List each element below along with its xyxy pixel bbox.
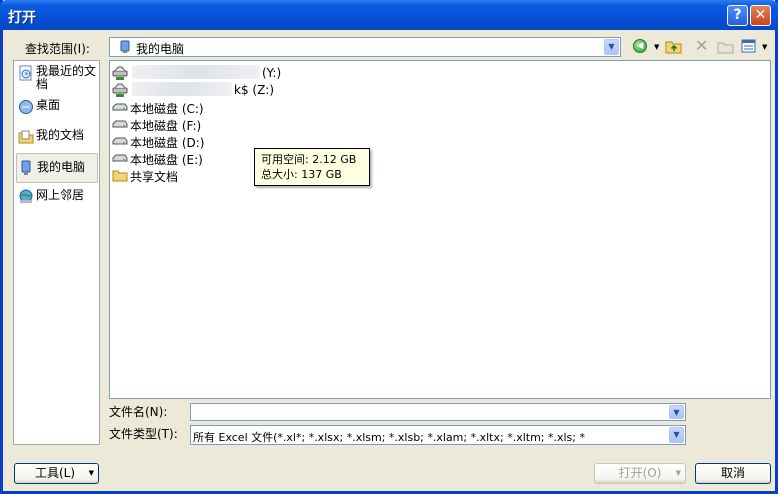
chevron-down-icon[interactable]: ▼ <box>669 427 684 443</box>
folder-icon <box>112 167 128 186</box>
open-button[interactable]: 打开(O) ▼ <box>594 463 686 484</box>
up-folder-icon <box>665 41 682 54</box>
file-label: (Y:) <box>262 66 282 80</box>
views-icon <box>741 39 756 53</box>
delete-icon[interactable]: ✕ <box>695 36 713 55</box>
place-desktop[interactable]: 桌面 <box>16 99 98 117</box>
my-computer-icon <box>19 160 33 179</box>
redacted-text <box>132 65 260 79</box>
file-type-value: 所有 Excel 文件(*.xl*; *.xlsx; *.xlsm; *.xls… <box>193 431 585 444</box>
file-label: 本地磁盘 (D:) <box>130 136 205 150</box>
back-dropdown-icon[interactable]: ▼ <box>654 43 659 51</box>
file-list[interactable]: (Y:) k$ (Z:) 本地磁盘 (C:) 本地磁盘 (F:) 本地磁盘 (D… <box>109 60 771 399</box>
file-name-label: 文件名(N): <box>109 405 168 419</box>
file-type-label: 文件类型(T): <box>109 427 178 441</box>
tooltip-free-space: 可用空间: 2.12 GB <box>261 153 357 166</box>
places-bar: 我最近的文档 桌面 我的文档 我的电脑 网上邻居 <box>13 60 100 445</box>
new-folder-button[interactable] <box>717 39 735 55</box>
file-label: 本地磁盘 (F:) <box>130 119 202 133</box>
file-label: 本地磁盘 (E:) <box>130 153 203 167</box>
place-label: 我最近的文档 <box>36 64 97 91</box>
list-item[interactable]: k$ (Z:) <box>112 82 312 98</box>
redacted-text <box>132 82 232 96</box>
place-recent[interactable]: 我最近的文档 <box>16 65 98 95</box>
place-my-computer[interactable]: 我的电脑 <box>16 153 98 183</box>
open-dialog: 打开 ? ✕ 查找范围(I): 我的电脑 ▼ ◀ ▼ ✕ ▼ 我最近的文档 桌面… <box>0 0 778 494</box>
desktop-icon <box>18 99 34 118</box>
drive-tooltip: 可用空间: 2.12 GB 总大小: 137 GB <box>254 148 370 186</box>
close-button[interactable]: ✕ <box>750 5 771 26</box>
help-button[interactable]: ? <box>727 5 748 26</box>
look-in-dropdown[interactable]: 我的电脑 ▼ <box>109 37 621 57</box>
place-label: 我的电脑 <box>37 160 86 174</box>
list-item[interactable]: 共享文档 <box>112 167 232 186</box>
up-folder-button[interactable] <box>665 39 683 55</box>
window-title: 打开 <box>8 10 36 26</box>
file-label: 本地磁盘 (C:) <box>130 102 204 116</box>
file-name-input[interactable]: ▼ <box>190 403 686 421</box>
new-folder-icon <box>717 42 734 54</box>
place-label: 我的文档 <box>36 128 85 142</box>
list-item[interactable]: 本地磁盘 (C:) <box>112 99 232 116</box>
list-item[interactable]: 本地磁盘 (E:) <box>112 150 232 167</box>
tools-button[interactable]: 工具(L) ▼ <box>14 463 99 484</box>
my-computer-icon <box>118 40 132 57</box>
title-bar[interactable]: 打开 ? ✕ <box>0 0 778 30</box>
open-dropdown-icon: ▼ <box>675 469 681 477</box>
file-label: 共享文档 <box>130 170 179 184</box>
file-type-dropdown[interactable]: 所有 Excel 文件(*.xl*; *.xlsx; *.xlsm; *.xls… <box>190 425 686 445</box>
chevron-down-icon[interactable]: ▼ <box>604 39 619 55</box>
tools-dropdown-icon: ▼ <box>88 469 94 477</box>
cancel-button[interactable]: 取消 <box>695 463 771 484</box>
look-in-label: 查找范围(I): <box>25 42 90 56</box>
my-documents-icon <box>18 129 34 148</box>
list-item[interactable]: 本地磁盘 (F:) <box>112 116 232 133</box>
recent-docs-icon <box>18 65 34 84</box>
place-label: 网上邻居 <box>36 188 85 202</box>
views-dropdown-icon[interactable]: ▼ <box>762 43 767 51</box>
open-label: 打开(O) <box>618 466 662 480</box>
place-my-documents[interactable]: 我的文档 <box>16 129 98 147</box>
list-item[interactable]: (Y:) <box>112 65 312 81</box>
back-button[interactable]: ◀ <box>633 39 651 55</box>
list-item[interactable]: 本地磁盘 (D:) <box>112 133 232 150</box>
network-icon <box>18 189 34 208</box>
back-arrow-icon: ◀ <box>633 39 647 53</box>
look-in-value: 我的电脑 <box>136 42 185 56</box>
tooltip-total-size: 总大小: 137 GB <box>261 168 342 181</box>
tools-label: 工具(L) <box>35 466 76 480</box>
place-label: 桌面 <box>36 98 61 112</box>
file-label: k$ (Z:) <box>234 83 275 97</box>
views-menu-button[interactable] <box>741 39 759 55</box>
chevron-down-icon[interactable]: ▼ <box>669 405 684 419</box>
place-network[interactable]: 网上邻居 <box>16 189 98 207</box>
